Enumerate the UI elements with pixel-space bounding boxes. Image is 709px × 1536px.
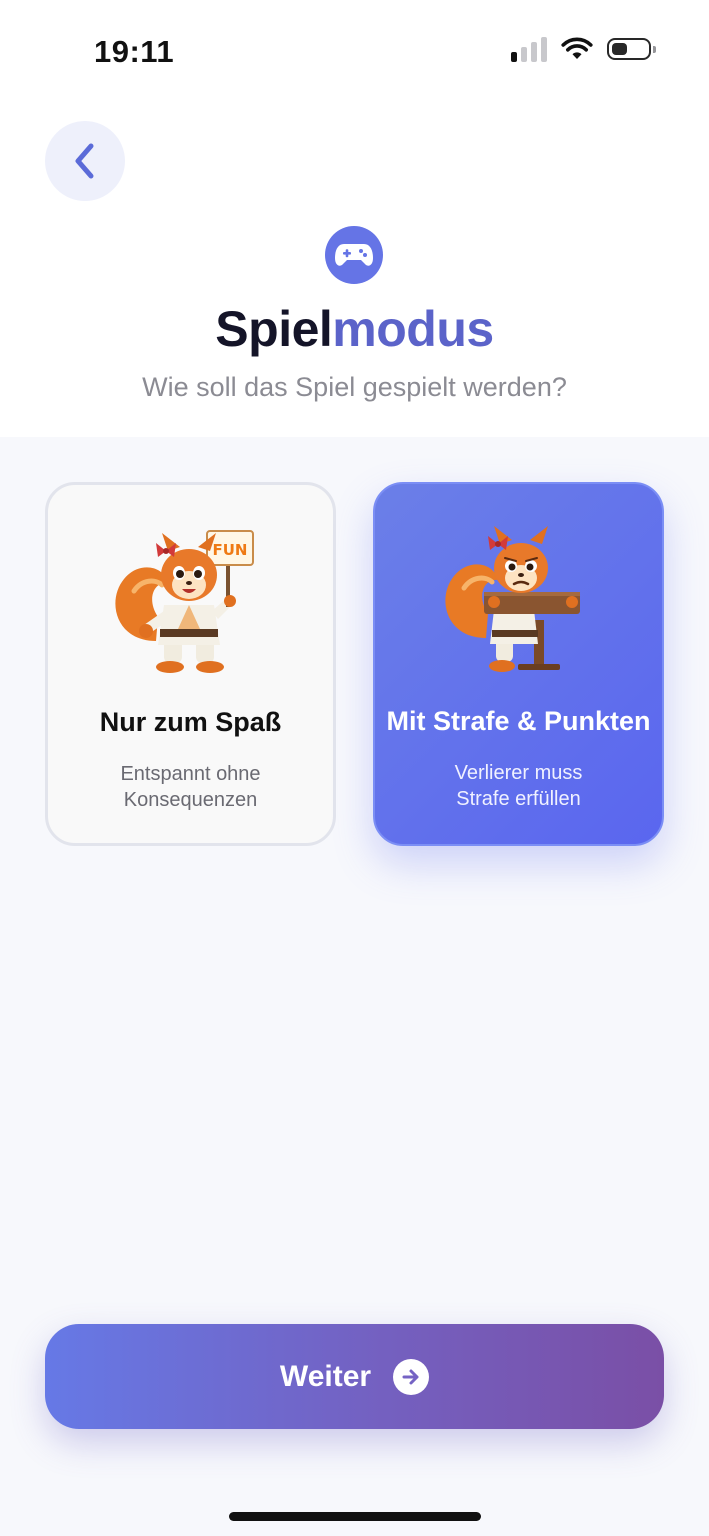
option-description: Verlierer muss Strafe erfüllen [375, 760, 662, 812]
page-subtitle: Wie soll das Spiel gespielt werden? [142, 372, 567, 402]
wifi-icon [561, 37, 593, 59]
fun-sign-text: FUN [212, 541, 247, 559]
option-description-line: Verlierer muss [454, 762, 583, 784]
battery-icon [607, 38, 656, 60]
status-time: 19:11 [94, 34, 175, 69]
option-title: Mit Strafe & Punkten [386, 706, 651, 736]
mode-badge [325, 226, 383, 284]
page-title-part2: modus [332, 301, 494, 357]
arrow-right-icon [393, 1358, 430, 1395]
option-card-fun[interactable]: FUN Nur zum Spaß Entspannt ohne Konseque… [45, 482, 336, 846]
spielmodus-screen: 19:11 Spielmodus Wie soll das Spiel gesp… [0, 0, 709, 1536]
option-description-line: Strafe erfüllen [456, 788, 581, 810]
option-description-line: Konsequenzen [123, 789, 258, 811]
continue-button[interactable]: Weiter [45, 1324, 664, 1429]
continue-label: Weiter [279, 1359, 372, 1393]
option-title: Nur zum Spaß [99, 707, 282, 737]
option-description: Entspannt ohne Konsequenzen [48, 761, 333, 813]
cellular-signal-icon [511, 36, 547, 62]
chevron-left-icon [75, 143, 94, 179]
option-card-penalty[interactable]: Mit Strafe & Punkten Verlierer muss Stra… [373, 482, 664, 846]
status-icons [511, 36, 656, 62]
page-title: Spielmodus [0, 300, 709, 358]
page-title-part1: Spiel [215, 301, 333, 357]
squirrel-fun-illustration: FUN [114, 530, 254, 673]
squirrel-pillory-illustration [444, 526, 580, 672]
back-button[interactable] [45, 121, 125, 201]
home-indicator [229, 1512, 481, 1521]
option-description-line: Entspannt ohne [120, 763, 261, 785]
gamepad-icon [335, 244, 373, 266]
